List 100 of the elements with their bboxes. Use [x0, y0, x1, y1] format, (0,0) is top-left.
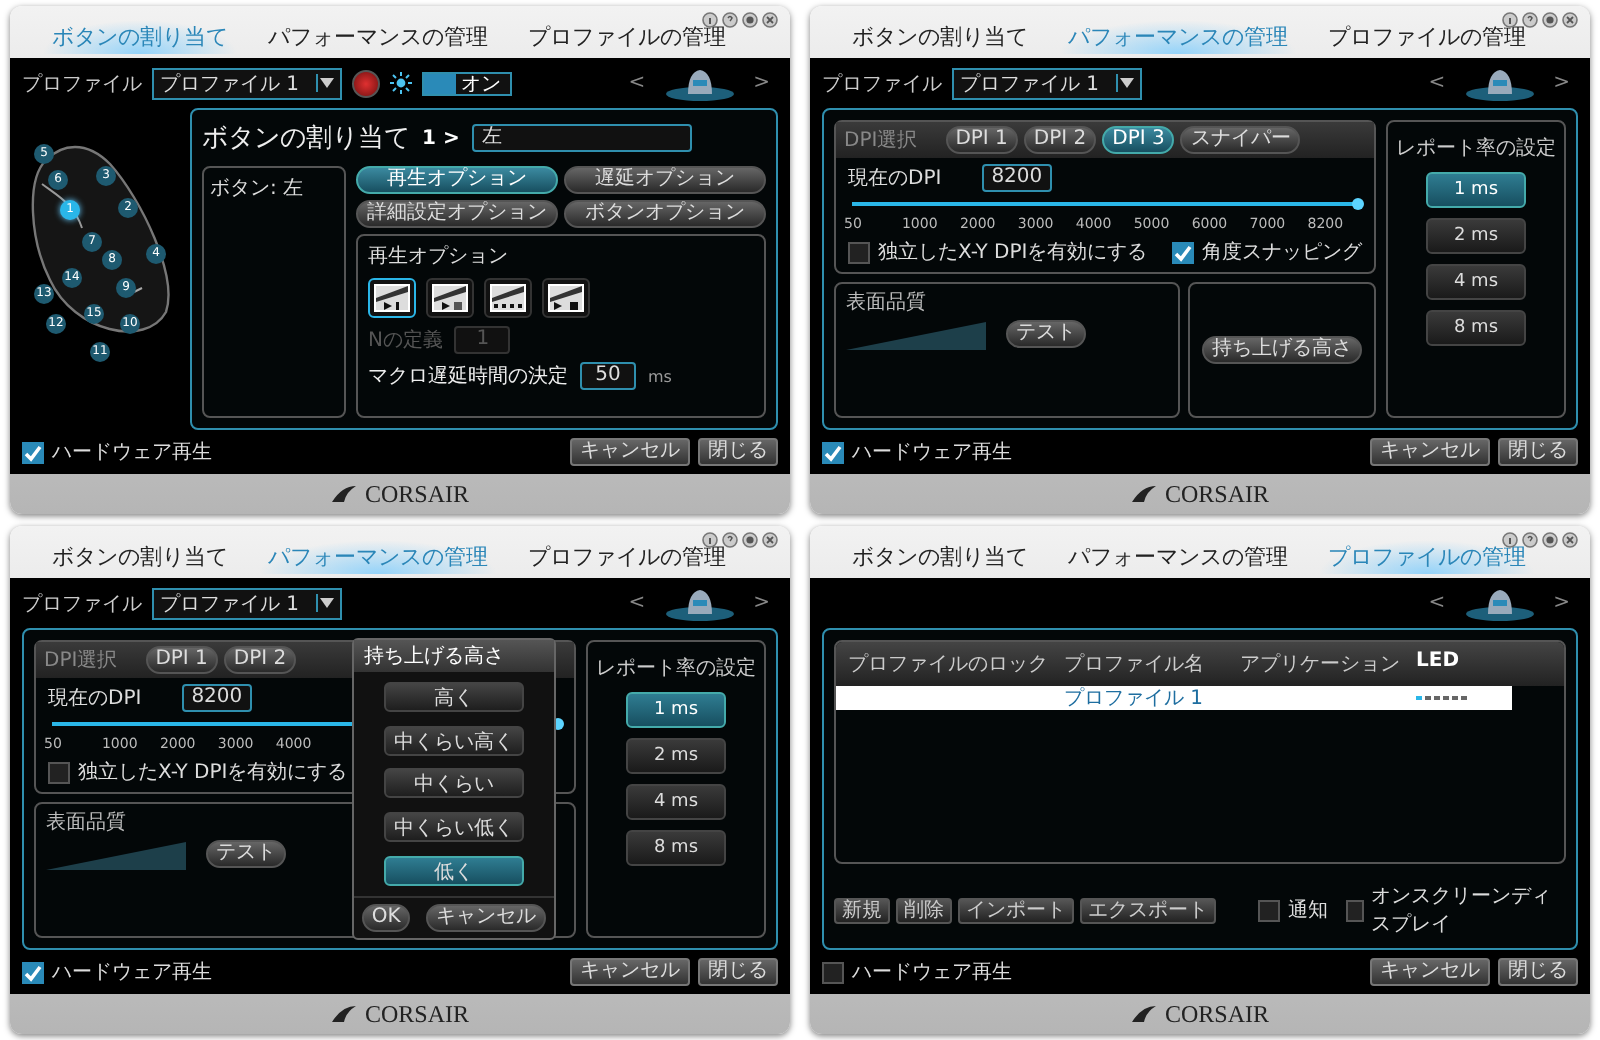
import-button[interactable]: インポート — [958, 897, 1074, 923]
close-button[interactable]: 閉じる — [698, 438, 778, 466]
info-icon[interactable] — [702, 12, 718, 28]
record-button[interactable] — [351, 69, 380, 97]
export-button[interactable]: エクスポート — [1080, 897, 1216, 923]
settings-icon[interactable] — [1542, 532, 1558, 548]
delay-field[interactable]: 50 — [580, 362, 636, 390]
report-rate-button[interactable]: 8 ms — [626, 830, 726, 866]
slider-thumb[interactable] — [1352, 198, 1364, 210]
cancel-button[interactable]: キャンセル — [1370, 958, 1490, 986]
ok-button[interactable]: OK — [361, 904, 411, 932]
info-icon[interactable] — [1502, 12, 1518, 28]
help-icon[interactable] — [1522, 532, 1538, 548]
checkbox[interactable] — [822, 961, 844, 983]
close-icon[interactable] — [1562, 532, 1578, 548]
help-icon[interactable] — [722, 12, 738, 28]
report-rate-title: レポート率の設定 — [596, 655, 756, 682]
tab[interactable]: パフォーマンスの管理 — [1058, 540, 1298, 574]
playback-mode-button[interactable] — [542, 278, 590, 318]
next-arrow[interactable]: > — [745, 72, 778, 94]
report-rate-button[interactable]: 1 ms — [626, 692, 726, 728]
option-tab[interactable]: 再生オプション — [356, 166, 558, 194]
close-button[interactable]: 閉じる — [1498, 438, 1578, 466]
dpi-slider[interactable] — [852, 198, 1358, 210]
dpi-button[interactable]: DPI 1 — [945, 126, 1018, 154]
height-option[interactable]: 中くらい高く — [384, 725, 524, 756]
height-option[interactable]: 中くらい低く — [384, 812, 524, 843]
report-rate-button[interactable]: 2 ms — [626, 738, 726, 774]
playback-mode-button[interactable] — [426, 278, 474, 318]
tab[interactable]: プロファイルの管理 — [518, 20, 736, 54]
assignment-field[interactable]: 左 — [471, 124, 692, 152]
next-arrow[interactable]: > — [1545, 592, 1578, 614]
delete-button[interactable]: 削除 — [896, 897, 952, 923]
info-icon[interactable] — [1502, 532, 1518, 548]
tab[interactable]: ボタンの割り当て — [842, 540, 1038, 574]
dpi-button[interactable]: スナイパー — [1180, 126, 1301, 154]
height-option[interactable]: 中くらい — [384, 768, 524, 799]
checkbox[interactable] — [1258, 899, 1280, 921]
report-rate-button[interactable]: 2 ms — [1426, 218, 1526, 254]
cancel-button[interactable]: キャンセル — [426, 904, 547, 932]
help-icon[interactable] — [1522, 12, 1538, 28]
close-icon[interactable] — [762, 12, 778, 28]
table-row[interactable]: プロファイル 1 — [836, 686, 1512, 710]
height-option[interactable]: 低く — [384, 855, 524, 886]
previous-arrow[interactable]: < — [620, 592, 654, 614]
checkbox[interactable] — [1346, 899, 1364, 921]
close-button[interactable]: 閉じる — [1498, 958, 1578, 986]
settings-icon[interactable] — [742, 12, 758, 28]
profile-dropdown[interactable]: プロファイル 1 — [152, 587, 342, 619]
toggle-switch[interactable]: オン — [421, 71, 512, 95]
cancel-button[interactable]: キャンセル — [570, 438, 690, 466]
list-item[interactable]: ボタン: 左 — [210, 174, 338, 202]
info-icon[interactable] — [702, 532, 718, 548]
option-tab[interactable]: ボタンオプション — [564, 200, 766, 228]
dpi-button[interactable]: DPI 1 — [145, 646, 218, 674]
dpi-button[interactable]: DPI 2 — [223, 646, 297, 674]
report-rate-button[interactable]: 8 ms — [1426, 310, 1526, 346]
dpi-button[interactable]: DPI 3 — [1102, 126, 1175, 154]
cancel-button[interactable]: キャンセル — [570, 958, 690, 986]
dpi-field[interactable]: 8200 — [981, 164, 1053, 192]
tab[interactable]: ボタンの割り当て — [42, 540, 238, 574]
checkbox[interactable] — [22, 961, 44, 983]
tab[interactable]: ボタンの割り当て — [842, 20, 1038, 54]
dpi-field[interactable]: 8200 — [181, 684, 253, 712]
playback-mode-button[interactable] — [368, 278, 416, 318]
checkbox[interactable] — [1172, 241, 1194, 263]
height-option[interactable]: 高く — [384, 682, 524, 713]
tab[interactable]: プロファイルの管理 — [1318, 20, 1536, 54]
checkbox[interactable] — [822, 441, 844, 463]
test-button[interactable]: テスト — [1006, 320, 1086, 348]
close-icon[interactable] — [1562, 12, 1578, 28]
new-button[interactable]: 新規 — [834, 897, 890, 923]
previous-arrow[interactable]: < — [620, 72, 654, 94]
lift-height-button[interactable]: 持ち上げる高さ — [1202, 336, 1362, 364]
option-tab[interactable]: 遅延オプション — [564, 166, 766, 194]
dpi-button[interactable]: DPI 2 — [1023, 126, 1097, 154]
tab[interactable]: プロファイルの管理 — [518, 540, 736, 574]
test-button[interactable]: テスト — [206, 840, 286, 868]
next-arrow[interactable]: > — [745, 592, 778, 614]
settings-icon[interactable] — [742, 532, 758, 548]
option-tab[interactable]: 詳細設定オプション — [356, 200, 558, 228]
close-icon[interactable] — [762, 532, 778, 548]
profile-dropdown[interactable]: プロファイル 1 — [952, 67, 1142, 99]
checkbox[interactable] — [48, 761, 70, 783]
report-rate-button[interactable]: 4 ms — [1426, 264, 1526, 300]
playback-mode-button[interactable] — [484, 278, 532, 318]
profile-dropdown[interactable]: プロファイル 1 — [152, 67, 342, 99]
cancel-button[interactable]: キャンセル — [1370, 438, 1490, 466]
checkbox[interactable] — [848, 241, 870, 263]
settings-icon[interactable] — [1542, 12, 1558, 28]
close-button[interactable]: 閉じる — [698, 958, 778, 986]
report-rate-button[interactable]: 4 ms — [626, 784, 726, 820]
report-rate-button[interactable]: 1 ms — [1426, 172, 1526, 208]
next-arrow[interactable]: > — [1545, 72, 1578, 94]
help-icon[interactable] — [722, 532, 738, 548]
checkbox[interactable] — [22, 441, 44, 463]
tab[interactable]: パフォーマンスの管理 — [258, 20, 498, 54]
checkbox-label: オンスクリーンディスプレイ — [1371, 884, 1554, 938]
previous-arrow[interactable]: < — [1420, 592, 1454, 614]
previous-arrow[interactable]: < — [1420, 72, 1454, 94]
